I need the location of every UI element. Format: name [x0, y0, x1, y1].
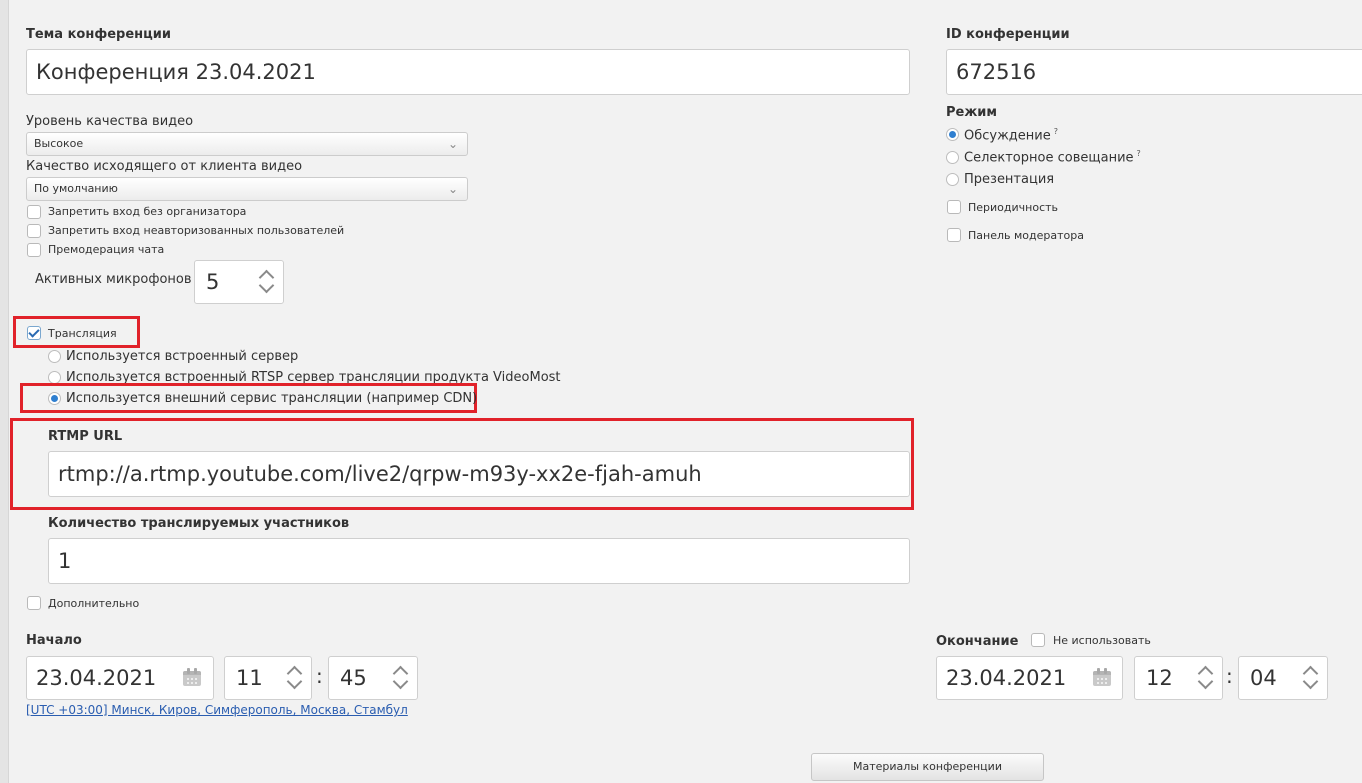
periodicity-checkbox[interactable] — [947, 200, 961, 214]
stepper-arrows-icon[interactable] — [286, 665, 304, 691]
conf-id-label: ID конференции — [946, 27, 1070, 42]
builtin-server-label: Используется встроенный сервер — [66, 349, 299, 364]
no-unauthorized-checkbox[interactable] — [27, 224, 41, 238]
calendar-icon[interactable] — [1092, 668, 1112, 688]
additional-label: Дополнительно — [48, 597, 140, 610]
no-entry-without-organizer-checkbox[interactable] — [27, 205, 41, 219]
not-use-checkbox[interactable] — [1031, 633, 1045, 647]
broadcast-participants-input[interactable]: 1 — [48, 538, 910, 584]
mode-discussion-radio[interactable] — [946, 128, 959, 141]
start-minute-stepper[interactable]: 45 — [328, 656, 418, 700]
chevron-down-icon: ⌄ — [447, 137, 458, 151]
moderator-panel-label: Панель модератора — [968, 229, 1084, 242]
help-link[interactable]: ? — [1137, 149, 1141, 158]
additional-checkbox[interactable] — [27, 596, 41, 610]
external-service-radio[interactable] — [48, 392, 61, 405]
mode-selector-radio[interactable] — [946, 151, 959, 164]
start-label: Начало — [26, 633, 82, 648]
end-date-value: 23.04.2021 — [946, 666, 1067, 690]
time-separator: : — [316, 664, 323, 688]
topic-input[interactable]: Конференция 23.04.2021 — [26, 49, 910, 95]
mode-discussion-label: Обсуждение? — [964, 127, 1058, 144]
end-hour-value: 12 — [1146, 666, 1173, 690]
builtin-server-radio[interactable] — [48, 350, 61, 363]
video-quality-label: Уровень качества видео — [26, 114, 194, 129]
start-date-value: 23.04.2021 — [36, 666, 157, 690]
end-hour-stepper[interactable]: 12 — [1134, 656, 1223, 700]
stepper-arrows-icon[interactable] — [258, 269, 276, 295]
chat-premoderation-label: Премодерация чата — [48, 243, 165, 256]
active-mics-stepper[interactable]: 5 — [194, 260, 284, 304]
active-mics-label: Активных микрофонов — [35, 272, 192, 287]
outgoing-quality-label: Качество исходящего от клиента видео — [26, 159, 303, 174]
external-service-label: Используется внешний сервис трансляции (… — [66, 391, 478, 406]
conference-materials-button[interactable]: Материалы конференции — [811, 753, 1044, 781]
end-minute-stepper[interactable]: 04 — [1238, 656, 1328, 700]
chevron-down-icon: ⌄ — [447, 182, 458, 196]
not-use-label: Не использовать — [1053, 634, 1151, 647]
rtmp-url-input[interactable]: rtmp://a.rtmp.youtube.com/live2/qrpw-m93… — [48, 451, 910, 497]
mode-label: Режим — [946, 105, 998, 120]
video-quality-select[interactable]: Высокое ⌄ — [26, 132, 468, 156]
conf-id-input[interactable]: 672516 — [946, 49, 1362, 95]
left-edge-border — [0, 0, 9, 783]
start-date-input[interactable]: 23.04.2021 — [26, 656, 214, 700]
timezone-link[interactable]: [UTC +03:00] Минск, Киров, Симферополь, … — [26, 703, 408, 717]
moderator-panel-checkbox[interactable] — [947, 228, 961, 242]
chat-premoderation-checkbox[interactable] — [27, 243, 41, 257]
active-mics-value: 5 — [206, 270, 220, 294]
start-minute-value: 45 — [340, 666, 367, 690]
periodicity-label: Периодичность — [968, 201, 1059, 214]
start-hour-value: 11 — [236, 666, 263, 690]
rtmp-url-label: RTMP URL — [48, 429, 123, 444]
broadcast-participants-label: Количество транслируемых участников — [48, 516, 350, 531]
broadcast-label: Трансляция — [48, 327, 117, 340]
outgoing-quality-select[interactable]: По умолчанию ⌄ — [26, 177, 468, 201]
video-quality-value: Высокое — [34, 137, 84, 150]
topic-label: Тема конференции — [26, 27, 172, 42]
start-hour-stepper[interactable]: 11 — [224, 656, 312, 700]
help-link[interactable]: ? — [1054, 127, 1058, 136]
no-entry-without-organizer-label: Запретить вход без организатора — [48, 205, 247, 218]
outgoing-quality-value: По умолчанию — [34, 182, 118, 195]
no-unauthorized-label: Запретить вход неавторизованных пользова… — [48, 224, 345, 237]
mode-selector-label: Селекторное совещание? — [964, 149, 1141, 166]
calendar-icon[interactable] — [182, 668, 202, 688]
broadcast-checkbox[interactable] — [27, 326, 41, 340]
mode-presentation-label: Презентация — [964, 172, 1055, 187]
stepper-arrows-icon[interactable] — [1197, 665, 1215, 691]
mode-presentation-radio[interactable] — [946, 173, 959, 186]
end-date-input[interactable]: 23.04.2021 — [936, 656, 1123, 700]
stepper-arrows-icon[interactable] — [1302, 665, 1320, 691]
end-label: Окончание — [936, 634, 1019, 649]
stepper-arrows-icon[interactable] — [392, 665, 410, 691]
end-minute-value: 04 — [1250, 666, 1277, 690]
time-separator: : — [1226, 664, 1233, 688]
